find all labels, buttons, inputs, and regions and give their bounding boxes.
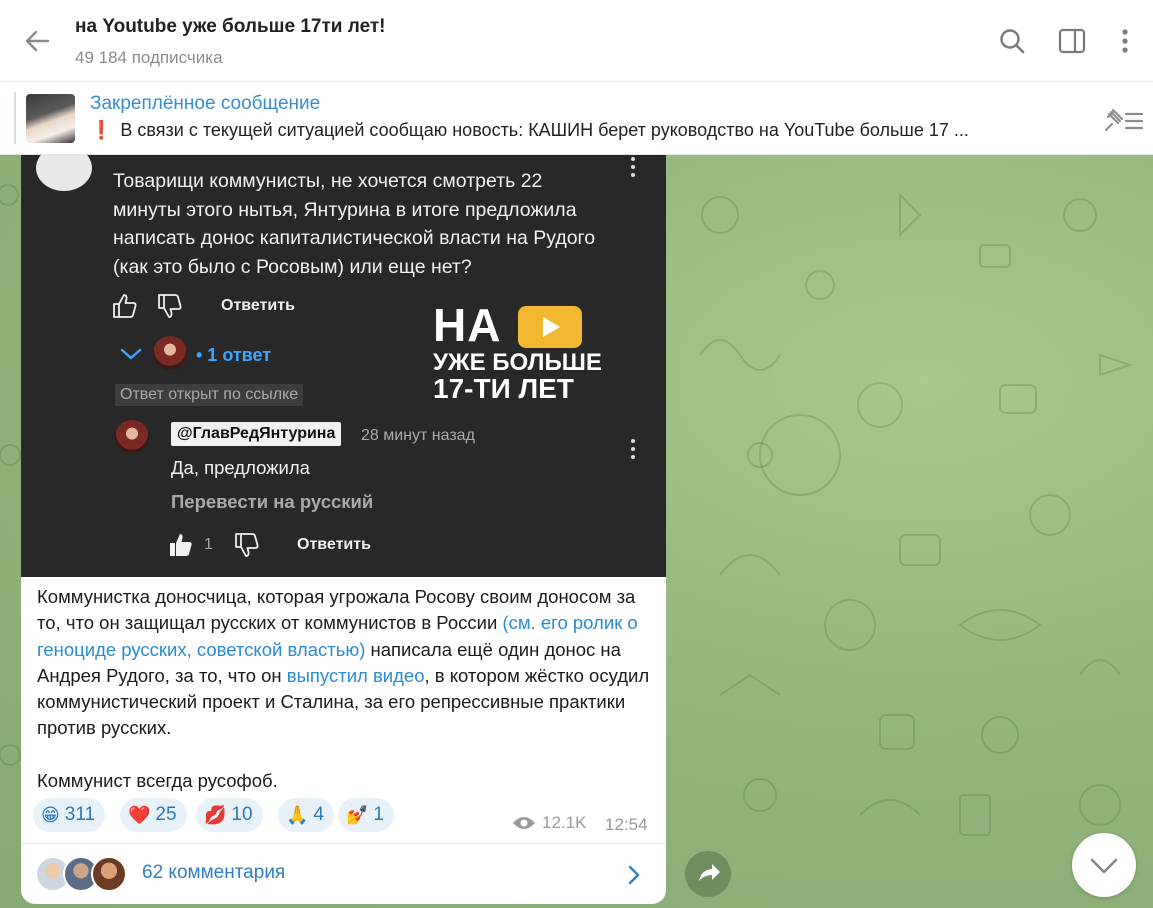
share-arrow-icon: [699, 864, 720, 881]
search-icon[interactable]: [997, 26, 1027, 56]
view-counter: 12.1K: [512, 813, 586, 833]
eye-icon: [513, 817, 535, 829]
pinned-message-bar[interactable]: Закреплённое сообщение ❗ В связи с текуще…: [0, 82, 1153, 155]
exclamation-icon: ❗: [90, 120, 113, 140]
pinned-indicator: [14, 92, 16, 144]
reply-author-avatar-2: [115, 420, 149, 454]
logo-text-na: НА: [433, 299, 502, 351]
subscriber-count: 49 184 подписчика: [75, 48, 223, 67]
comments-button[interactable]: 62 комментария: [21, 844, 666, 904]
reaction-count: 25: [155, 804, 177, 825]
sidebar-toggle-icon[interactable]: [1057, 26, 1087, 56]
post-image-youtube-screenshot[interactable]: Товарищи коммунисты, не хочется смотреть…: [21, 155, 666, 577]
yt-translate-link: Перевести на русский: [171, 491, 374, 512]
more-vertical-icon[interactable]: [1110, 26, 1140, 56]
kiss-emoji-icon: 💋: [204, 805, 227, 825]
pinned-title: Закреплённое сообщение: [90, 93, 321, 114]
reaction-count: 1: [373, 804, 384, 825]
yt-reply-label: Ответить: [221, 297, 295, 314]
thumbs-up-filled-icon: [170, 534, 192, 556]
message-time: 12:54: [605, 815, 648, 834]
post-caption: Коммунистка доносчица, которая угрожала …: [37, 584, 657, 794]
reaction-kiss[interactable]: 💋 10: [196, 798, 263, 832]
channel-title[interactable]: на Youtube уже больше 17ти лет!: [75, 16, 386, 38]
reply-author-avatar: [153, 336, 187, 370]
chevron-right-icon: [628, 865, 640, 885]
channel-post: Товарищи коммунисты, не хочется смотреть…: [21, 155, 666, 904]
reaction-count: 311: [64, 804, 96, 825]
caption-part4: Коммунист всегда русофоб.: [37, 770, 278, 792]
yt-reply-text: Да, предложила: [171, 457, 310, 478]
pray-emoji-icon: 🙏: [286, 805, 309, 825]
commenter-avatar-3: [91, 856, 127, 892]
caption-link-released-video[interactable]: выпустил видео: [287, 665, 425, 686]
yt-reply-handle: @ГлавРедЯнтурина: [171, 422, 342, 446]
pinned-thumbnail: [26, 94, 75, 143]
pinned-text-body: В связи с текущей ситуацией сообщаю ново…: [120, 120, 969, 140]
reaction-grin[interactable]: 😁 311: [33, 798, 106, 832]
scroll-down-button[interactable]: [1072, 833, 1136, 897]
yt-reply-menu-dots-icon: [630, 439, 636, 463]
reaction-count: 10: [231, 804, 253, 825]
yt-reply-label-2: Ответить: [297, 536, 371, 553]
comments-count-label: 62 комментария: [142, 862, 286, 883]
thumbs-up-icon: [113, 294, 137, 318]
pinned-list-icon[interactable]: [1102, 106, 1144, 134]
heart-emoji-icon: ❤️: [128, 805, 151, 825]
reaction-heart[interactable]: ❤️ 25: [120, 798, 187, 832]
yt-menu-dots-icon: [630, 157, 636, 181]
yt-replies-count: • 1 ответ: [196, 345, 272, 365]
reaction-count: 4: [313, 804, 324, 825]
youtube-play-icon: [518, 306, 582, 348]
grin-emoji-icon: 😁: [41, 805, 60, 825]
yt-like-count: 1: [204, 536, 213, 553]
commenter-avatar: [36, 155, 92, 191]
thumbs-down-icon-2: [235, 533, 259, 557]
reaction-nail-polish[interactable]: 💅 1: [338, 798, 394, 832]
view-count: 12.1K: [542, 813, 587, 832]
channel-header: на Youtube уже больше 17ти лет! 49 184 п…: [0, 0, 1153, 82]
chevron-down-icon: [120, 348, 142, 360]
back-arrow-icon[interactable]: [22, 26, 52, 56]
nail-polish-emoji-icon: 💅: [346, 805, 369, 825]
yt-comment-text: Товарищи коммунисты, не хочется смотреть…: [113, 170, 596, 278]
thumbs-down-icon: [158, 294, 182, 318]
logo-text-line3: 17-ТИ ЛЕТ: [433, 373, 574, 404]
yt-opened-badge: Ответ открыт по ссылке: [115, 384, 304, 406]
reaction-pray[interactable]: 🙏 4: [278, 798, 334, 832]
yt-reply-time: 28 минут назад: [361, 427, 475, 444]
chevron-down-icon: [1090, 858, 1118, 874]
pinned-text: ❗ В связи с текущей ситуацией сообщаю нов…: [90, 120, 969, 141]
share-button[interactable]: [685, 851, 731, 897]
